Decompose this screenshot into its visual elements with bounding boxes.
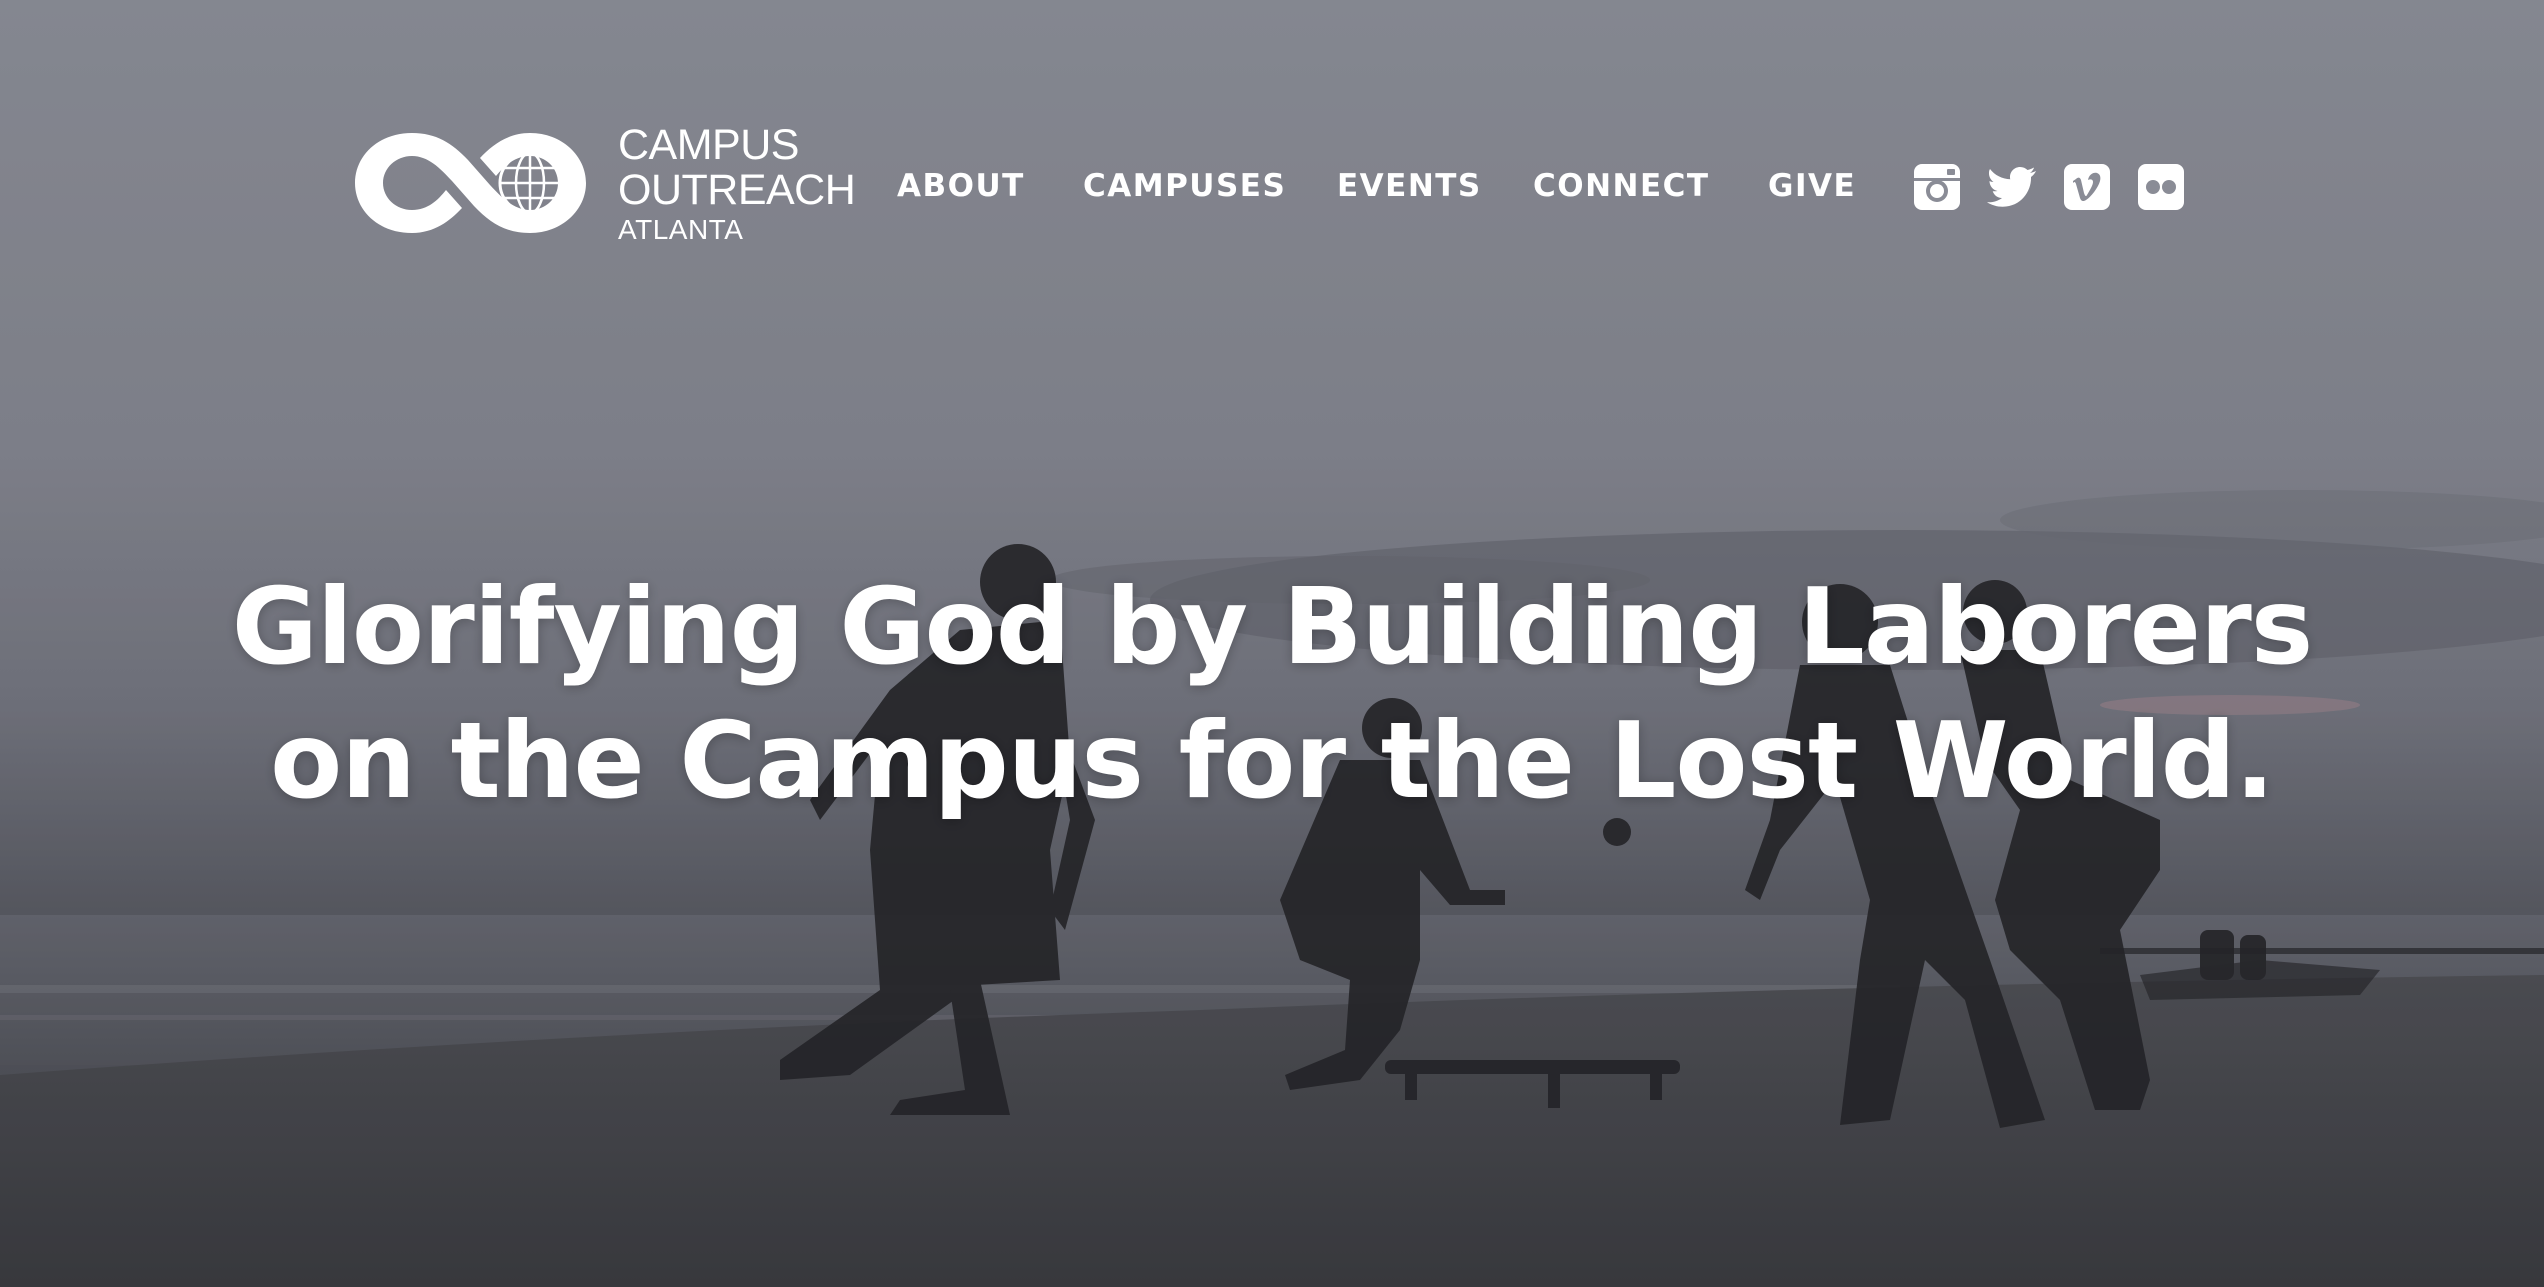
instagram-icon[interactable] xyxy=(1912,162,1962,212)
hero-tagline-line1: Glorifying God by Building Laborers xyxy=(231,566,2314,688)
logo-wordmark: CAMPUS OUTREACH ATLANTA xyxy=(618,121,856,245)
logo-line-campus: CAMPUS xyxy=(618,121,799,169)
twitter-icon[interactable] xyxy=(1986,162,2036,212)
hero-tagline: Glorifying God by Building Laborers on t… xyxy=(0,560,2544,828)
infinity-globe-logo-icon xyxy=(355,133,586,233)
logo-line-atlanta: ATLANTA xyxy=(618,214,744,245)
nav-item-connect[interactable]: CONNECT xyxy=(1533,168,1710,204)
flickr-icon[interactable] xyxy=(2136,162,2186,212)
hero-section: CAMPUS OUTREACH ATLANTA ABOUT CAMPUSES E… xyxy=(0,0,2544,1287)
nav-item-give[interactable]: GIVE xyxy=(1768,168,1856,204)
nav-item-campuses[interactable]: CAMPUSES xyxy=(1083,168,1286,204)
logo-line-outreach: OUTREACH xyxy=(618,166,856,214)
site-logo[interactable]: CAMPUS OUTREACH ATLANTA xyxy=(350,118,856,248)
vimeo-icon[interactable] xyxy=(2062,162,2112,212)
nav-item-about[interactable]: ABOUT xyxy=(897,168,1025,204)
nav-item-events[interactable]: EVENTS xyxy=(1337,168,1482,204)
hero-tagline-line2: on the Campus for the Lost World. xyxy=(270,700,2275,822)
